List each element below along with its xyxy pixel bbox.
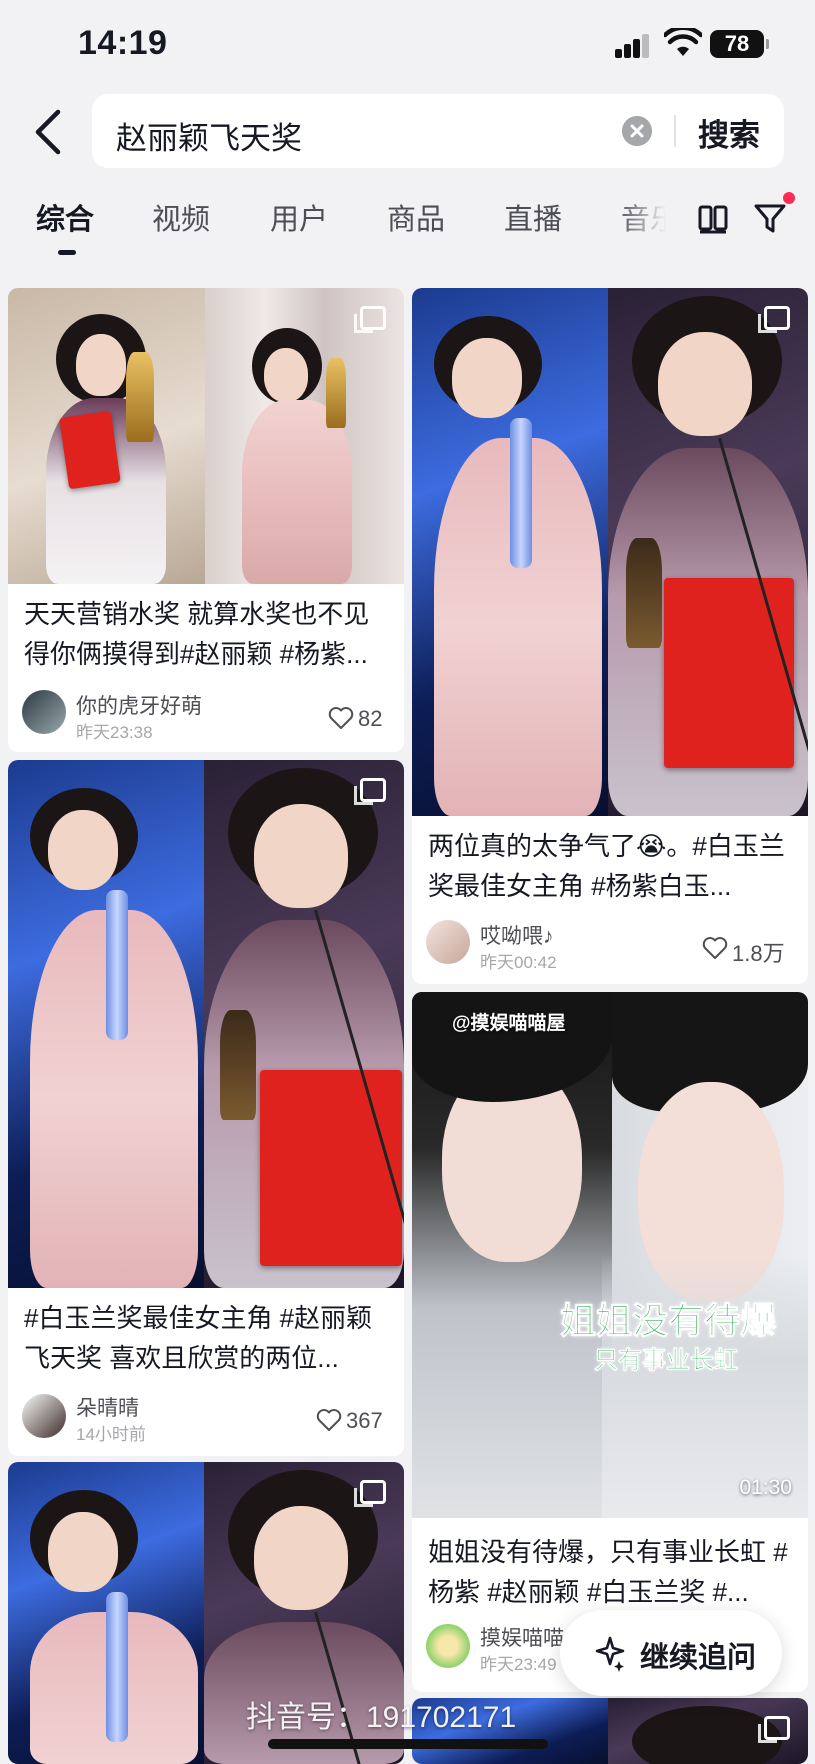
result-card[interactable]: #白玉兰奖最佳女主角 #赵丽颖飞天奖 喜欢且欣赏的两位... 朵晴晴 14小时前…	[8, 760, 404, 1456]
continue-ask-button[interactable]: 继续追问	[560, 1610, 782, 1696]
post-time: 昨天00:42	[480, 953, 557, 972]
tab-bar: 综合 视频 用户 商品 直播 音乐	[0, 196, 815, 266]
gallery-icon	[354, 778, 386, 805]
active-tab-indicator	[58, 250, 76, 255]
post-time: 昨天23:38	[76, 723, 153, 742]
search-divider	[674, 115, 676, 147]
tab-fade	[618, 190, 678, 250]
gallery-icon	[354, 1480, 386, 1507]
douyin-id-watermark: 抖音号：191702171	[246, 1701, 517, 1734]
status-bar: 14:19 78	[0, 0, 815, 92]
card-thumbnail	[8, 288, 404, 584]
tab-products[interactable]: 商品	[387, 196, 445, 238]
gallery-icon	[758, 306, 790, 333]
card-thumbnail: @摸娱喵喵屋 姐姐没有待爆 只有事业长虹 01:30	[412, 992, 808, 1518]
heart-icon[interactable]	[702, 936, 728, 960]
card-thumbnail	[8, 760, 404, 1288]
result-card[interactable]: 天天营销水奖 就算水奖也不见得你俩摸得到#赵丽颖 #杨紫... 你的虎牙好萌 昨…	[8, 288, 404, 752]
wifi-icon	[664, 28, 702, 56]
search-input[interactable]: 赵丽颖飞天奖	[116, 113, 302, 158]
author-name[interactable]: 你的虎牙好萌	[76, 690, 202, 720]
overlay-text-1: 姐姐没有待爆	[559, 1300, 777, 1342]
card-title: 姐姐没有待爆，只有事业长虹 #杨紫 #赵丽颖 #白玉兰奖 #...	[428, 1537, 788, 1607]
gallery-icon	[758, 1716, 790, 1743]
video-duration: 01:30	[739, 1476, 792, 1499]
heart-icon[interactable]	[316, 1408, 342, 1432]
author-name[interactable]: 朵晴晴	[76, 1392, 139, 1422]
card-thumbnail	[412, 288, 808, 816]
card-title: 天天营销水奖 就算水奖也不见得你俩摸得到#赵丽颖 #杨紫...	[24, 599, 370, 669]
avatar[interactable]	[22, 1394, 66, 1438]
heart-icon[interactable]	[328, 706, 354, 730]
post-time: 昨天23:49	[480, 1655, 557, 1674]
tab-users[interactable]: 用户	[270, 196, 328, 238]
result-card[interactable]: @摸娱喵喵屋 姐姐没有待爆 只有事业长虹 01:30 姐姐没有待爆，只有事业长虹…	[412, 992, 808, 1692]
home-indicator[interactable]	[268, 1739, 548, 1749]
clear-icon[interactable]	[622, 116, 652, 146]
tab-comprehensive[interactable]: 综合	[36, 196, 94, 238]
overlay-text-2: 只有事业长虹	[594, 1347, 739, 1375]
overlay-tag: @摸娱喵喵屋	[452, 1013, 566, 1034]
avatar[interactable]	[426, 1624, 470, 1668]
like-count: 1.8万	[732, 941, 785, 966]
card-title: #白玉兰奖最佳女主角 #赵丽颖飞天奖 喜欢且欣赏的两位...	[24, 1303, 373, 1373]
battery-icon: 78	[710, 30, 769, 58]
like-count: 82	[358, 706, 383, 731]
avatar[interactable]	[426, 920, 470, 964]
search-button[interactable]: 搜索	[698, 110, 760, 155]
like-count: 367	[346, 1408, 383, 1433]
author-name[interactable]: 哎呦喂♪	[480, 920, 554, 950]
status-time: 14:19	[78, 24, 168, 62]
ai-icon	[595, 1636, 625, 1672]
back-button[interactable]	[22, 104, 78, 160]
filter-icon[interactable]	[752, 200, 788, 236]
ask-label: 继续追问	[640, 1642, 757, 1674]
signal-icon	[615, 32, 651, 58]
gallery-icon	[354, 306, 386, 333]
card-title: 两位真的太争气了😭。#白玉兰奖最佳女主角 #杨紫白玉...	[428, 831, 785, 901]
tab-video[interactable]: 视频	[152, 196, 210, 238]
avatar[interactable]	[22, 690, 66, 734]
columns-icon[interactable]	[698, 204, 728, 234]
post-time: 14小时前	[76, 1425, 146, 1444]
result-card[interactable]: 两位真的太争气了😭。#白玉兰奖最佳女主角 #杨紫白玉... 哎呦喂♪ 昨天00:…	[412, 288, 808, 984]
search-box[interactable]: 赵丽颖飞天奖 搜索	[92, 94, 784, 168]
tab-live[interactable]: 直播	[504, 196, 562, 238]
notification-dot	[783, 192, 795, 204]
